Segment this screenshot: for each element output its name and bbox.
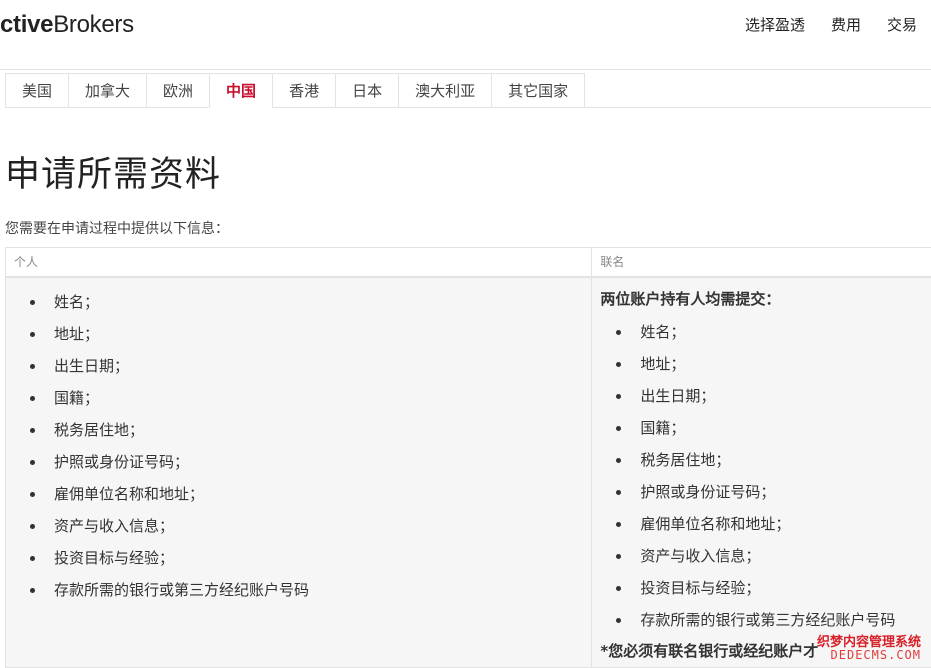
list-item: 姓名； xyxy=(28,286,591,318)
nav-trading[interactable]: 交易 xyxy=(887,14,917,35)
list-item: 国籍； xyxy=(28,382,591,414)
region-tabs: 美国 加拿大 欧洲 中国 香港 日本 澳大利亚 其它国家 xyxy=(5,73,931,108)
tab-canada[interactable]: 加拿大 xyxy=(68,73,147,107)
dedecms-watermark: 织梦内容管理系统 DEDECMS.COM xyxy=(817,636,921,662)
logo-suffix: Brokers xyxy=(53,11,134,38)
top-nav: 选择盈透 费用 交易 xyxy=(745,14,917,35)
list-item: 出生日期； xyxy=(614,380,931,412)
list-item: 存款所需的银行或第三方经纪账户号码 xyxy=(28,574,591,606)
page-title: 申请所需资料 xyxy=(5,155,222,195)
list-item: 姓名； xyxy=(614,316,931,348)
nav-why-ib[interactable]: 选择盈透 xyxy=(745,14,805,35)
list-item: 税务居住地； xyxy=(614,444,931,476)
watermark-line-1: 织梦内容管理系统 xyxy=(816,634,921,650)
list-item: 资产与收入信息； xyxy=(614,540,931,572)
joint-subheader: 两位账户持有人均需提交： xyxy=(600,290,781,308)
tab-australia[interactable]: 澳大利亚 xyxy=(398,73,492,107)
individual-column: 个人 姓名； 地址； 出生日期； 国籍； 税务居住地； 护照或身份证号码； 雇佣… xyxy=(6,248,593,667)
joint-body: 两位账户持有人均需提交： 姓名； 地址； 出生日期； 国籍； 税务居住地； 护照… xyxy=(592,278,931,667)
list-item: 存款所需的银行或第三方经纪账户号码 xyxy=(614,604,931,636)
list-item: 雇佣单位名称和地址； xyxy=(28,478,591,510)
nav-pricing[interactable]: 费用 xyxy=(831,14,861,35)
tab-hong-kong[interactable]: 香港 xyxy=(272,73,336,107)
list-item: 护照或身份证号码； xyxy=(614,476,931,508)
list-item: 国籍； xyxy=(614,412,931,444)
site-header: ctiveBrokers 选择盈透 费用 交易 xyxy=(0,0,931,70)
list-item: 税务居住地； xyxy=(28,414,591,446)
list-item: 地址； xyxy=(28,318,591,350)
interactive-brokers-logo[interactable]: ctiveBrokers xyxy=(0,11,134,39)
list-item: 护照或身份证号码； xyxy=(28,446,591,478)
joint-header: 联名 xyxy=(592,248,931,278)
joint-column: 联名 两位账户持有人均需提交： 姓名； 地址； 出生日期； 国籍； 税务居住地；… xyxy=(592,248,931,667)
list-item: 雇佣单位名称和地址； xyxy=(614,508,931,540)
list-item: 投资目标与经验； xyxy=(28,542,591,574)
tab-china[interactable]: 中国 xyxy=(209,73,273,108)
requirements-table: 个人 姓名； 地址； 出生日期； 国籍； 税务居住地； 护照或身份证号码； 雇佣… xyxy=(5,247,931,668)
list-item: 投资目标与经验； xyxy=(614,572,931,604)
list-item: 出生日期； xyxy=(28,350,591,382)
tab-europe[interactable]: 欧洲 xyxy=(146,73,210,107)
watermark-line-2: DEDECMS.COM xyxy=(830,648,921,663)
individual-body: 姓名； 地址； 出生日期； 国籍； 税务居住地； 护照或身份证号码； 雇佣单位名… xyxy=(6,278,591,606)
tab-usa[interactable]: 美国 xyxy=(5,73,69,107)
list-item: 地址； xyxy=(614,348,931,380)
list-item: 资产与收入信息； xyxy=(28,510,591,542)
logo-prefix: ctive xyxy=(0,11,54,38)
joint-list: 姓名； 地址； 出生日期； 国籍； 税务居住地； 护照或身份证号码； 雇佣单位名… xyxy=(592,316,931,636)
individual-header: 个人 xyxy=(6,248,592,278)
intro-text: 您需要在申请过程中提供以下信息： xyxy=(5,221,229,237)
tab-japan[interactable]: 日本 xyxy=(335,73,399,107)
tab-other-countries[interactable]: 其它国家 xyxy=(491,73,586,107)
individual-list: 姓名； 地址； 出生日期； 国籍； 税务居住地； 护照或身份证号码； 雇佣单位名… xyxy=(6,286,591,606)
